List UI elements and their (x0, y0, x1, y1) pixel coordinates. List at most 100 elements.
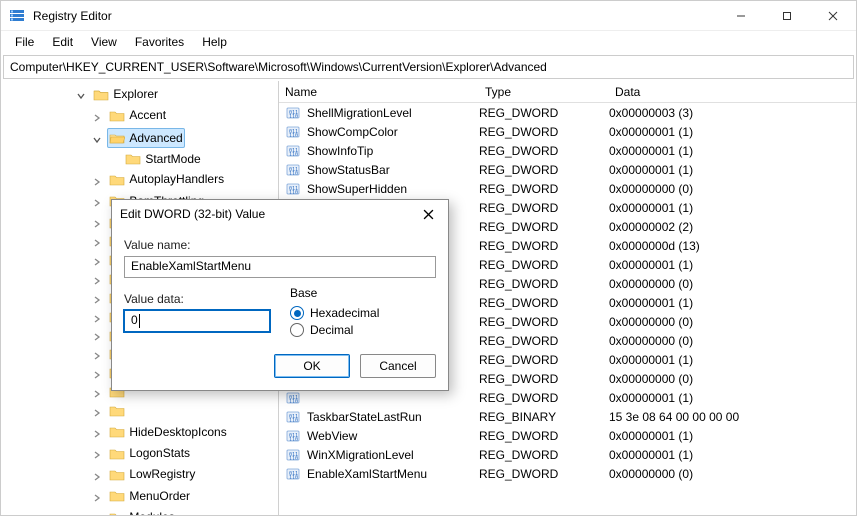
list-row[interactable]: 011110ShowSuperHidden REG_DWORD 0x000000… (279, 179, 856, 198)
tree-item[interactable]: Modules (107, 508, 176, 515)
tree-item-explorer[interactable]: Explorer (91, 85, 160, 103)
value-type: REG_DWORD (479, 429, 609, 443)
value-name-text: EnableXamlStartMenu (131, 259, 251, 273)
list-row[interactable]: 011110EnableXamlStartMenu REG_DWORD 0x00… (279, 464, 856, 483)
list-row[interactable]: 011110WinXMigrationLevel REG_DWORD 0x000… (279, 445, 856, 464)
list-row[interactable]: 011110TaskbarStateLastRun REG_BINARY 15 … (279, 407, 856, 426)
svg-text:110: 110 (289, 133, 298, 139)
close-button[interactable] (810, 1, 856, 31)
value-data: 0x00000000 (0) (609, 277, 856, 291)
value-type: REG_DWORD (479, 391, 609, 405)
menu-view[interactable]: View (83, 33, 125, 51)
menu-favorites[interactable]: Favorites (127, 33, 192, 51)
svg-text:110: 110 (289, 171, 298, 177)
value-data-field[interactable]: 0 (124, 310, 270, 332)
col-data[interactable]: Data (615, 85, 856, 99)
dialog-titlebar[interactable]: Edit DWORD (32-bit) Value (112, 200, 448, 228)
expander-icon[interactable] (91, 174, 103, 192)
expander-icon[interactable] (91, 405, 103, 423)
expander-icon[interactable] (91, 254, 103, 272)
expander-icon[interactable] (91, 426, 103, 444)
folder-icon (109, 425, 125, 438)
menu-edit[interactable]: Edit (44, 33, 81, 51)
list-row[interactable]: 011110ShowInfoTip REG_DWORD 0x00000001 (… (279, 141, 856, 160)
expander-icon[interactable] (91, 469, 103, 487)
list-row[interactable]: 011110ShellMigrationLevel REG_DWORD 0x00… (279, 103, 856, 122)
expander-icon[interactable] (91, 195, 103, 213)
expander-icon[interactable] (91, 329, 103, 347)
list-row[interactable]: 011110WebView REG_DWORD 0x00000001 (1) (279, 426, 856, 445)
value-name: ShowCompColor (307, 125, 398, 139)
expander-icon[interactable] (91, 490, 103, 508)
expander-icon[interactable] (91, 367, 103, 385)
value-name: ShowInfoTip (307, 144, 373, 158)
minimize-button[interactable] (718, 1, 764, 31)
tree-item[interactable]: LowRegistry (107, 465, 197, 483)
value-data-text: 0 (131, 313, 138, 327)
folder-icon (109, 447, 125, 460)
radio-icon (290, 323, 304, 337)
expander-icon[interactable] (91, 447, 103, 465)
expander-icon[interactable] (91, 511, 103, 515)
expander-icon[interactable] (91, 348, 103, 366)
address-bar[interactable]: Computer\HKEY_CURRENT_USER\Software\Micr… (3, 55, 854, 79)
tree-item[interactable]: AutoplayHandlers (107, 170, 226, 188)
radio-hex[interactable]: Hexadecimal (290, 306, 436, 320)
expander-icon[interactable] (91, 311, 103, 329)
tree-label: Accent (129, 106, 166, 124)
value-data: 15 3e 08 64 00 00 00 00 (609, 410, 856, 424)
value-data: 0x00000000 (0) (609, 372, 856, 386)
list-row[interactable]: 011110ShowCompColor REG_DWORD 0x00000001… (279, 122, 856, 141)
value-data: 0x00000001 (1) (609, 144, 856, 158)
tree-label: HideDesktopIcons (129, 423, 226, 441)
value-data: 0x00000001 (1) (609, 448, 856, 462)
value-data: 0x00000001 (1) (609, 163, 856, 177)
svg-text:110: 110 (289, 475, 298, 481)
tree-item[interactable]: MenuOrder (107, 487, 192, 505)
tree-item[interactable] (107, 404, 131, 417)
value-type: REG_DWORD (479, 144, 609, 158)
menu-help[interactable]: Help (194, 33, 235, 51)
tree-item[interactable]: LogonStats (107, 444, 192, 462)
tree-item[interactable]: StartMode (123, 150, 202, 168)
tree-label: MenuOrder (129, 487, 190, 505)
value-data: 0x00000001 (1) (609, 391, 856, 405)
expander-icon[interactable] (91, 292, 103, 310)
expander-icon[interactable] (91, 132, 103, 150)
ok-button[interactable]: OK (274, 354, 350, 378)
svg-text:110: 110 (289, 152, 298, 158)
expander-icon[interactable] (91, 273, 103, 291)
value-name-label: Value name: (124, 238, 436, 252)
reg-value-icon: 011110 (285, 124, 301, 140)
tree-label: Modules (129, 508, 174, 515)
tree-item[interactable]: HideDesktopIcons (107, 423, 228, 441)
value-name: EnableXamlStartMenu (307, 467, 427, 481)
reg-value-icon: 011110 (285, 409, 301, 425)
reg-value-icon: 011110 (285, 428, 301, 444)
expander-icon[interactable] (91, 110, 103, 128)
folder-icon (109, 109, 125, 122)
radio-dec[interactable]: Decimal (290, 323, 436, 337)
dialog-close-button[interactable] (416, 202, 440, 226)
menu-file[interactable]: File (7, 33, 42, 51)
tree-label: AutoplayHandlers (129, 170, 224, 188)
folder-icon (109, 404, 125, 417)
value-type: REG_DWORD (479, 353, 609, 367)
value-name: ShellMigrationLevel (307, 106, 412, 120)
col-name[interactable]: Name (285, 85, 485, 99)
list-row[interactable]: 011110ShowStatusBar REG_DWORD 0x00000001… (279, 160, 856, 179)
tree-item[interactable]: Advanced (107, 128, 184, 148)
cancel-button[interactable]: Cancel (360, 354, 436, 378)
col-type[interactable]: Type (485, 85, 615, 99)
maximize-button[interactable] (764, 1, 810, 31)
value-type: REG_DWORD (479, 315, 609, 329)
svg-text:110: 110 (289, 399, 298, 405)
value-data: 0x00000000 (0) (609, 315, 856, 329)
value-name-field[interactable]: EnableXamlStartMenu (124, 256, 436, 278)
expander-icon[interactable] (91, 386, 103, 404)
expander-icon[interactable] (91, 235, 103, 253)
tree-item[interactable]: Accent (107, 106, 168, 124)
expander-icon[interactable] (91, 216, 103, 234)
expander-icon[interactable] (75, 88, 87, 106)
value-data: 0x00000001 (1) (609, 429, 856, 443)
